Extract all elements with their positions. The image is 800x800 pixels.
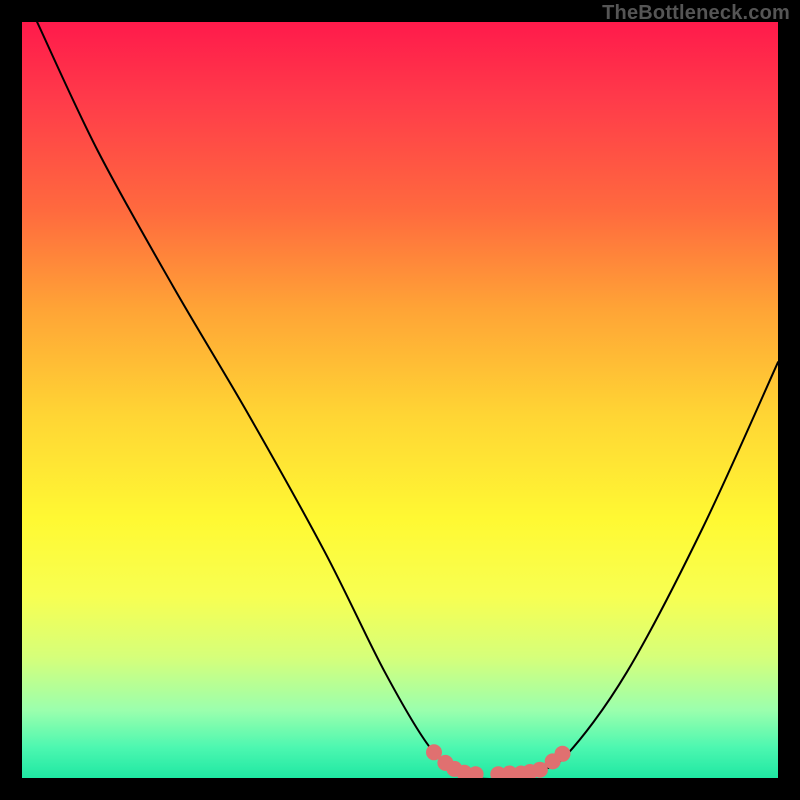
- highlight-dot: [555, 746, 571, 762]
- chart-svg: [22, 22, 778, 778]
- highlight-dots: [426, 744, 571, 778]
- bottleneck-curve: [37, 22, 778, 778]
- watermark-text: TheBottleneck.com: [602, 2, 790, 25]
- curve-layer: [37, 22, 778, 778]
- plot-area: [22, 22, 778, 778]
- chart-frame: TheBottleneck.com: [0, 0, 800, 800]
